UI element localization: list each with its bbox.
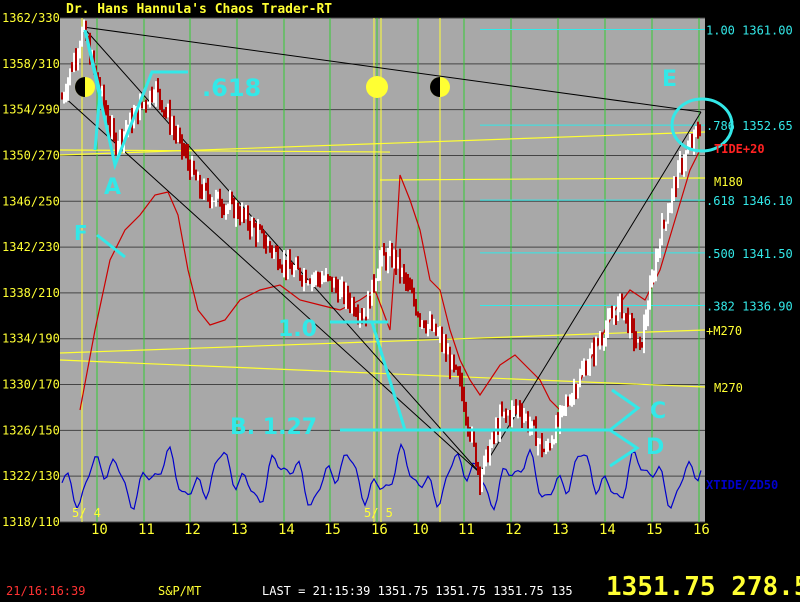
x-tick-label: 14: [599, 522, 616, 538]
right-label: M180: [714, 175, 743, 189]
y-tick-label: 1326/150: [2, 423, 60, 437]
chart-title: Dr. Hans Hannula's Chaos Trader-RT: [66, 2, 332, 17]
date-label: 5/ 5: [364, 506, 393, 520]
x-tick-label: 12: [505, 522, 522, 538]
full-moon-icon: [366, 76, 388, 98]
fib-level-label: .786 1352.65: [706, 119, 793, 133]
y-tick-label: 1354/290: [2, 103, 60, 117]
fib-level-label: .618 1346.10: [706, 194, 793, 208]
y-tick-label: 1334/190: [2, 332, 60, 346]
label-1-0: 1.0: [278, 317, 317, 342]
x-tick-label: 11: [138, 522, 155, 538]
x-tick-label: 16: [693, 522, 710, 538]
x-tick-label: 12: [184, 522, 201, 538]
x-tick-label: 13: [231, 522, 248, 538]
x-tick-label: 10: [412, 522, 429, 538]
y-tick-label: 1318/110: [2, 515, 60, 529]
date-label: 5/ 4: [72, 506, 101, 520]
y-tick-label: 1346/250: [2, 194, 60, 208]
label-f: F: [74, 221, 88, 245]
status-bar: 21/16:16:39 S&P/MT LAST = 21:15:39 1351.…: [0, 572, 800, 602]
right-label: TIDE+20: [714, 142, 765, 156]
x-tick-label: 16: [371, 522, 388, 538]
chaos-trader-chart: A .618 F 1.0 B. 1.27 CD E 1362/330 1358/310 1354…: [0, 0, 800, 600]
right-label: M270: [714, 381, 743, 395]
fib-level-label: .382 1336.90: [706, 300, 793, 314]
y-tick-label: 1338/210: [2, 286, 60, 300]
x-tick-label: 10: [91, 522, 108, 538]
status-time: 21/16:16:39: [6, 584, 86, 598]
right-label: +M270: [706, 324, 742, 338]
x-tick-label: 15: [324, 522, 341, 538]
y-tick-label: 1322/130: [2, 469, 60, 483]
label-d: D: [646, 435, 664, 460]
status-last-line: LAST = 21:15:39 1351.75 1351.75 1351.75 …: [262, 584, 573, 598]
x-tick-label: 11: [458, 522, 475, 538]
right-label: XTIDE/ZD50: [706, 478, 778, 492]
x-tick-label: 14: [278, 522, 295, 538]
label-618: .618: [202, 74, 261, 102]
label-c: C: [650, 399, 666, 424]
status-symbol: S&P/MT: [158, 584, 202, 598]
y-tick-label: 1350/270: [2, 148, 60, 162]
y-tick-label: 1342/230: [2, 240, 60, 254]
fib-level-label: .500 1341.50: [706, 247, 793, 261]
x-tick-label: 15: [646, 522, 663, 538]
label-e: E: [662, 67, 677, 92]
y-tick-label: 1362/330: [2, 11, 60, 25]
y-tick-label: 1358/310: [2, 57, 60, 71]
status-big-price: 1351.75 278.5: [606, 572, 800, 602]
label-b-1-27: B. 1.27: [230, 415, 317, 440]
label-a: A: [104, 175, 121, 200]
x-tick-label: 13: [552, 522, 569, 538]
fib-level-label: 1.00 1361.00: [706, 23, 793, 37]
y-tick-label: 1330/170: [2, 378, 60, 392]
